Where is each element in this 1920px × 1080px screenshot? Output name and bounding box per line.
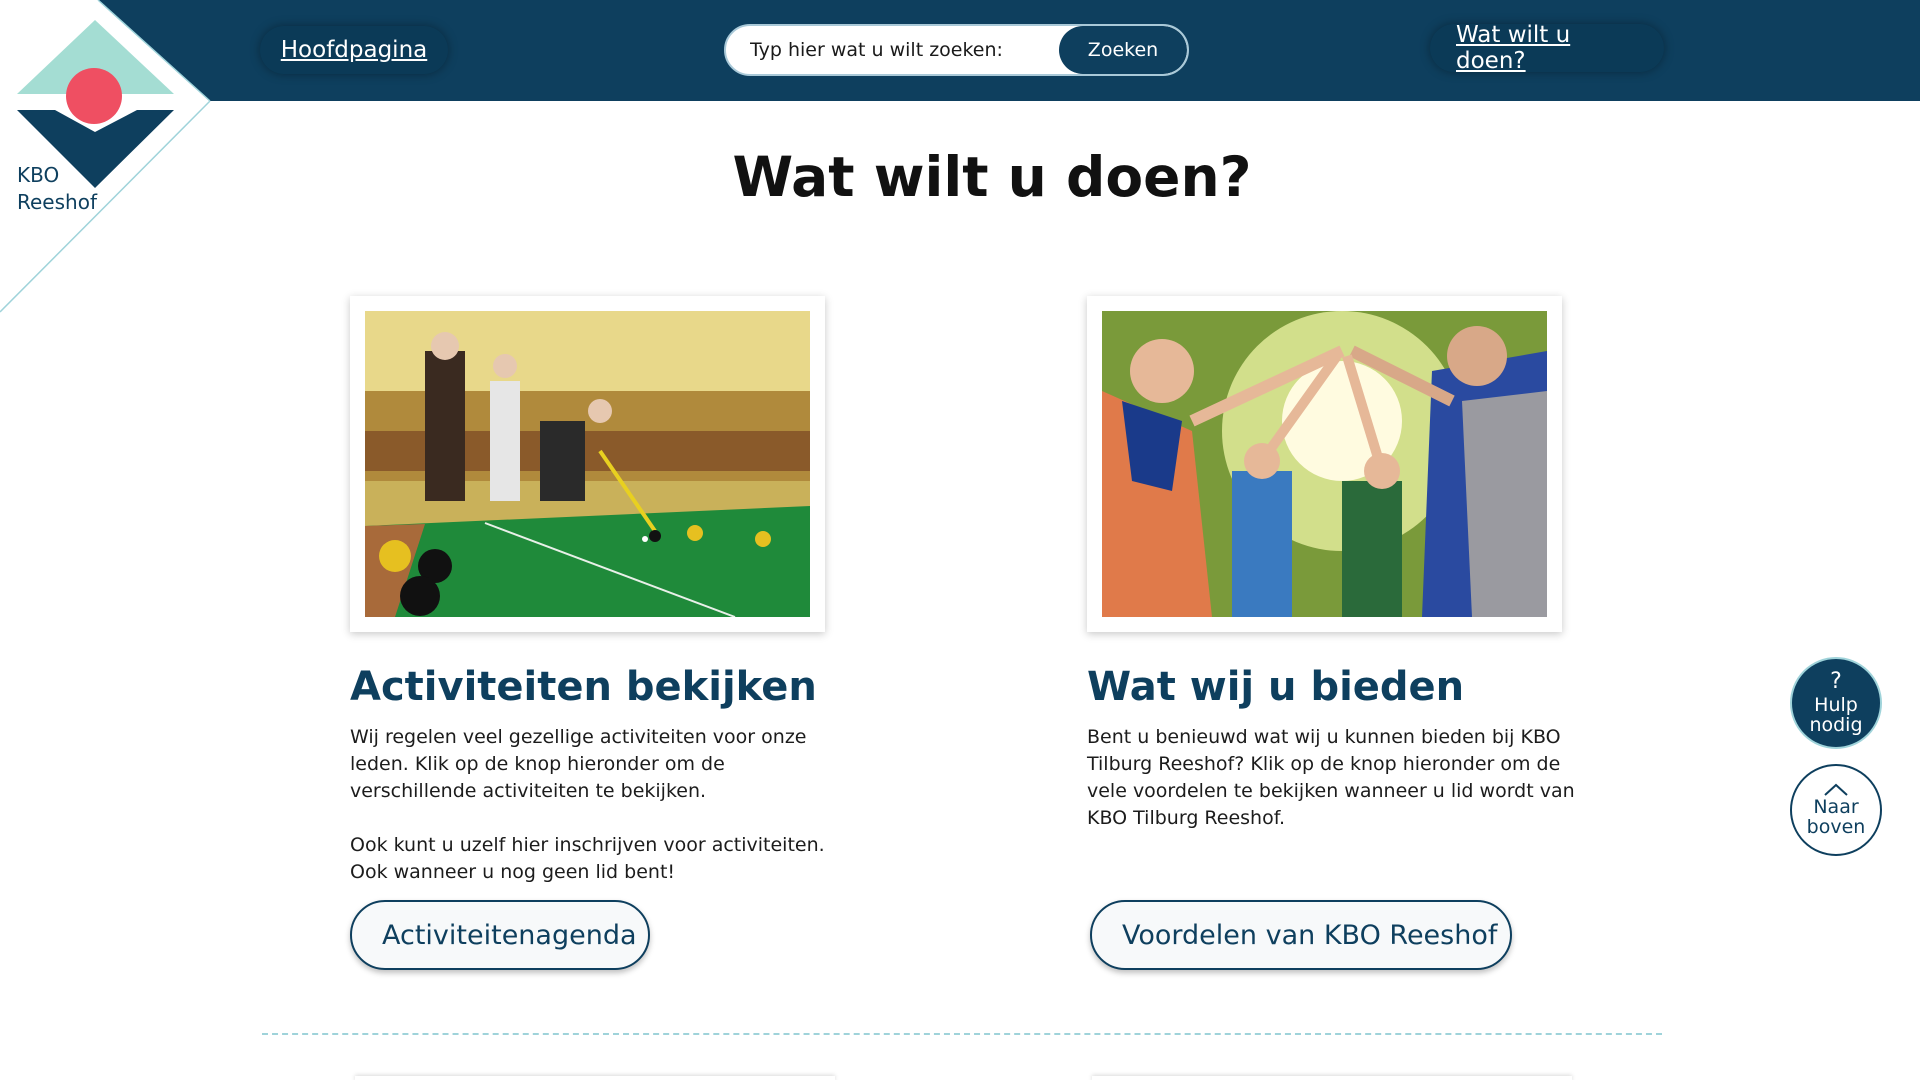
card-paragraph: Bent u benieuwd wat wij u kunnen bieden … [1087, 726, 1575, 829]
card-description: Bent u benieuwd wat wij u kunnen bieden … [1087, 724, 1577, 832]
card-paragraph: Wij regelen veel gezellige activiteiten … [350, 726, 807, 802]
search-bar: Zoeken [724, 24, 1189, 76]
benefits-button[interactable]: Voordelen van KBO Reeshof [1090, 900, 1512, 970]
page-title: Wat wilt u doen? [732, 145, 1252, 209]
card-activities: Activiteiten bekijken Wij regelen veel g… [350, 296, 850, 970]
nav-home-link[interactable]: Hoofdpagina [260, 26, 448, 74]
back-to-top-label: Naar [1813, 796, 1859, 818]
card-title: Activiteiten bekijken [350, 664, 817, 710]
next-card-edge [1092, 1076, 1572, 1080]
back-to-top-label: boven [1806, 816, 1866, 838]
back-to-top-button[interactable]: Naar boven [1790, 764, 1882, 856]
photo-frame [350, 296, 825, 632]
section-divider [262, 1033, 1662, 1035]
seniors-high-five-photo [1102, 311, 1547, 617]
chevron-up-icon [1824, 783, 1848, 796]
card-description: Wij regelen veel gezellige activiteiten … [350, 724, 840, 886]
help-label: nodig [1809, 714, 1863, 736]
photo-frame [1087, 296, 1562, 632]
help-label: Hulp [1814, 694, 1858, 716]
nav-what-link[interactable]: Wat wilt u doen? [1430, 22, 1664, 74]
next-card-edge [355, 1076, 835, 1080]
activities-agenda-button[interactable]: Activiteitenagenda [350, 900, 650, 970]
card-paragraph: Ook kunt u uzelf hier inschrijven voor a… [350, 834, 825, 883]
help-button[interactable]: ? Hulp nodig [1790, 657, 1882, 749]
search-input[interactable] [726, 26, 1059, 74]
card-benefits: Wat wij u bieden Bent u benieuwd wat wij… [1087, 296, 1587, 970]
question-icon: ? [1830, 669, 1842, 694]
indoor-bowls-photo [365, 311, 810, 617]
card-title: Wat wij u bieden [1087, 664, 1465, 710]
search-button[interactable]: Zoeken [1059, 26, 1187, 74]
